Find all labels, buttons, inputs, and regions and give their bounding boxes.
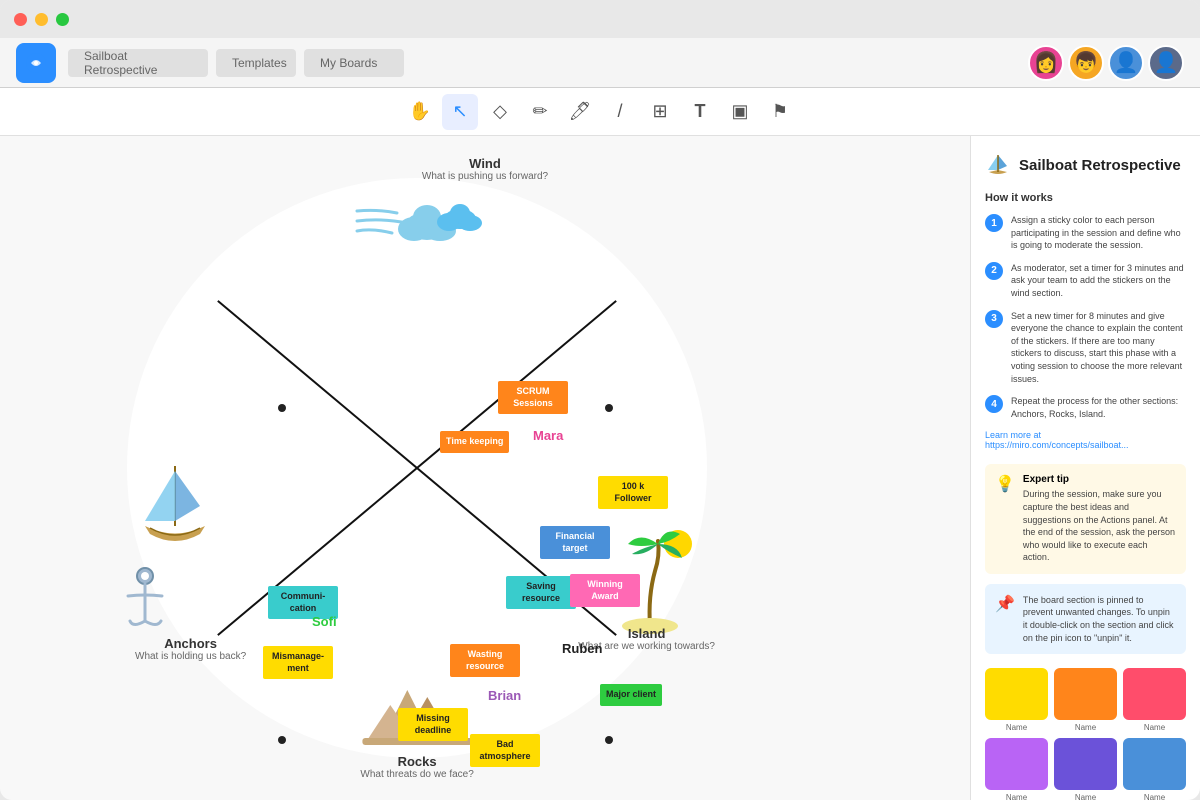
step-4-text: Repeat the process for the other section…	[1011, 395, 1186, 420]
user-brian-label: Brian	[488, 688, 521, 703]
step-4-number: 4	[985, 395, 1003, 413]
anchors-section-label: Anchors What is holding us back?	[135, 636, 246, 662]
pen-tool[interactable]: ✏	[522, 94, 558, 130]
cloud-illustration	[352, 191, 482, 261]
corner-dot-br	[605, 736, 613, 744]
pin-tool[interactable]: ⚑	[762, 94, 798, 130]
canvas[interactable]: Wind What is pushing us forward?	[0, 136, 970, 800]
avatar-1: 👩	[1028, 45, 1064, 81]
anchors-title: Anchors	[135, 636, 246, 651]
app-window: Sailboat Retrospective Templates My Boar…	[0, 0, 1200, 800]
swatch-blue[interactable]: Name	[1123, 738, 1186, 800]
sticky-timekeeping[interactable]: Time keeping	[440, 431, 509, 453]
pin-icon: 📌	[995, 594, 1015, 644]
anchors-subtitle: What is holding us back?	[135, 651, 246, 662]
swatch-yellow[interactable]: Name	[985, 668, 1048, 732]
expert-tip-text: During the session, make sure you captur…	[1023, 488, 1176, 564]
app-logo	[16, 43, 56, 83]
anchor-illustration	[118, 566, 173, 636]
panel-title: Sailboat Retrospective	[1019, 157, 1181, 174]
user-ruben-label: Ruben	[562, 641, 602, 656]
wind-subtitle: What is pushing us forward?	[422, 171, 548, 182]
sticky-major[interactable]: Major client	[600, 684, 662, 706]
how-it-works-heading: How it works	[985, 192, 1186, 204]
step-4: 4 Repeat the process for the other secti…	[985, 395, 1186, 420]
sticky-saving[interactable]: Saving resource	[506, 576, 576, 609]
swatch-pink[interactable]: Name	[1123, 668, 1186, 732]
step-3-number: 3	[985, 310, 1003, 328]
browser-bar: Sailboat Retrospective Templates My Boar…	[0, 38, 1200, 88]
pin-tip-box: 📌 The board section is pinned to prevent…	[985, 584, 1186, 654]
user-avatars: 👩 👦 👤 👤	[1028, 45, 1184, 81]
toolbar: ✋ ↖ ◇ ✏ 🖊 / ⊞ T ▣ ⚑	[0, 88, 1200, 136]
step-3: 3 Set a new timer for 8 minutes and give…	[985, 310, 1186, 386]
sailboat-panel-icon	[985, 152, 1011, 178]
sticky-wasting[interactable]: Wasting resource	[450, 644, 520, 677]
step-2-number: 2	[985, 262, 1003, 280]
corner-dot-tl	[278, 404, 286, 412]
user-sofi-label: Sofi	[312, 614, 337, 629]
learn-more-link[interactable]: Learn more at https://miro.com/concepts/…	[985, 430, 1186, 450]
lightbulb-icon: 💡	[995, 474, 1015, 564]
sailboat-illustration	[130, 456, 220, 561]
nav-tabs: Sailboat Retrospective Templates My Boar…	[68, 49, 1016, 77]
marker-tool[interactable]: 🖊	[562, 94, 598, 130]
pin-tip-text: The board section is pinned to prevent u…	[1023, 594, 1176, 644]
right-panel: Sailboat Retrospective How it works 1 As…	[970, 136, 1200, 800]
step-1-number: 1	[985, 214, 1003, 232]
swatch-purple[interactable]: Name	[985, 738, 1048, 800]
panel-header: Sailboat Retrospective	[985, 152, 1186, 178]
corner-dot-tr	[605, 404, 613, 412]
sticky-follower[interactable]: 100 k Follower	[598, 476, 668, 509]
rocks-title: Rocks	[360, 754, 473, 769]
sticky-missing[interactable]: Missing deadline	[398, 708, 468, 741]
step-2-text: As moderator, set a timer for 3 minutes …	[1011, 262, 1186, 300]
main-area: Wind What is pushing us forward?	[0, 136, 1200, 800]
user-mara-label: Mara	[533, 428, 563, 443]
sticky-bad-atmo[interactable]: Bad atmosphere	[470, 734, 540, 767]
avatar-2: 👦	[1068, 45, 1104, 81]
step-1-text: Assign a sticky color to each person par…	[1011, 214, 1186, 252]
select-tool[interactable]: ↖	[442, 94, 478, 130]
swatch-orange[interactable]: Name	[1054, 668, 1117, 732]
sticky-financial[interactable]: Financial target	[540, 526, 610, 559]
color-swatches-grid: Name Name Name Name Name	[985, 668, 1186, 800]
wind-section-label: Wind What is pushing us forward?	[422, 156, 548, 182]
crop-tool[interactable]: ⊞	[642, 94, 678, 130]
close-button[interactable]	[14, 13, 27, 26]
text-tool[interactable]: T	[682, 94, 718, 130]
sticky-winning[interactable]: Winning Award	[570, 574, 640, 607]
rocks-subtitle: What threats do we face?	[360, 769, 473, 780]
sticky-mismanage[interactable]: Mismanage- ment	[263, 646, 333, 679]
expert-tip-title: Expert tip	[1023, 474, 1176, 485]
island-title: Island	[578, 626, 715, 641]
expert-tip-box: 💡 Expert tip During the session, make su…	[985, 464, 1186, 574]
tab-3[interactable]: My Boards	[304, 49, 404, 77]
maximize-button[interactable]	[56, 13, 69, 26]
line-tool[interactable]: /	[602, 94, 638, 130]
step-2: 2 As moderator, set a timer for 3 minute…	[985, 262, 1186, 300]
minimize-button[interactable]	[35, 13, 48, 26]
wind-title: Wind	[422, 156, 548, 171]
corner-dot-bl	[278, 736, 286, 744]
sticky-scrum[interactable]: SCRUM Sessions	[498, 381, 568, 414]
swatch-indigo[interactable]: Name	[1054, 738, 1117, 800]
tab-2[interactable]: Templates	[216, 49, 296, 77]
tab-1[interactable]: Sailboat Retrospective	[68, 49, 208, 77]
avatar-4: 👤	[1148, 45, 1184, 81]
titlebar	[0, 0, 1200, 38]
hand-tool[interactable]: ✋	[402, 94, 438, 130]
step-1: 1 Assign a sticky color to each person p…	[985, 214, 1186, 252]
shape-tool[interactable]: ◇	[482, 94, 518, 130]
sticky-tool[interactable]: ▣	[722, 94, 758, 130]
step-3-text: Set a new timer for 8 minutes and give e…	[1011, 310, 1186, 386]
avatar-3: 👤	[1108, 45, 1144, 81]
